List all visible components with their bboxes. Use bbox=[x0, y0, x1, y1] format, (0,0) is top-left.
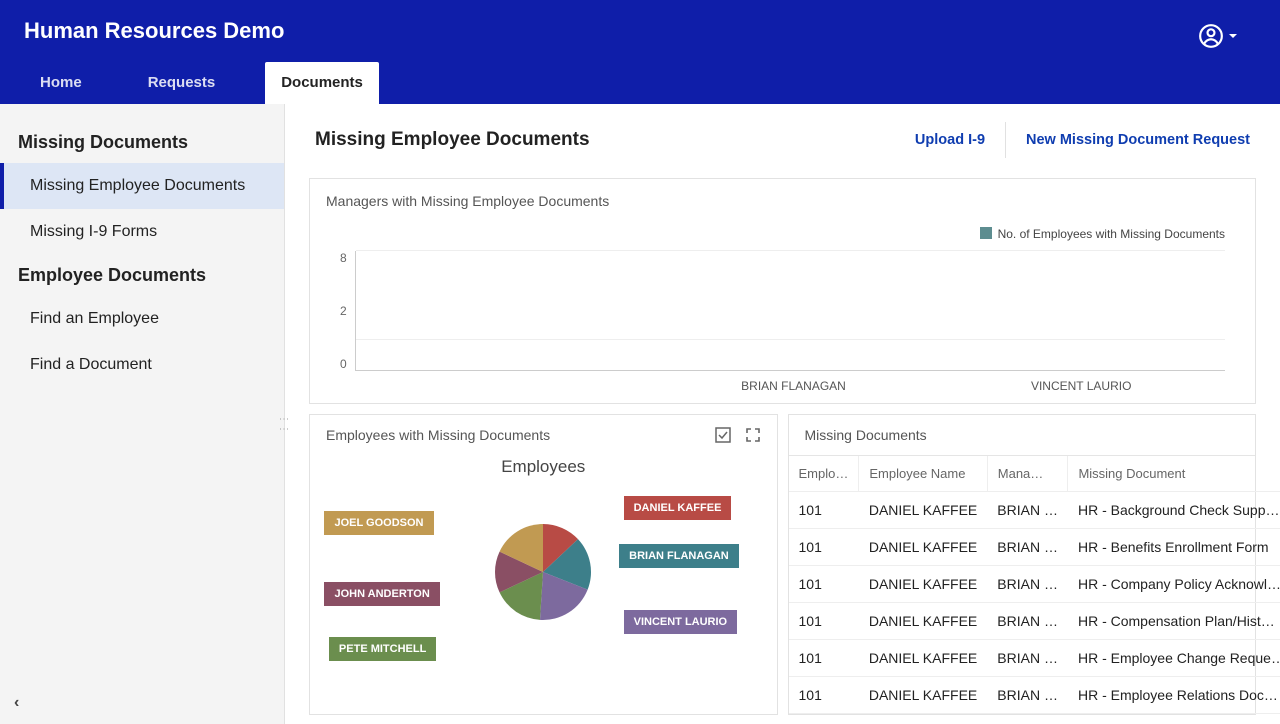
user-icon bbox=[1198, 23, 1224, 49]
employees-pie-card: Employees with Missing Documents Employe… bbox=[309, 414, 778, 715]
sidebar-item-missing-employee-documents[interactable]: Missing Employee Documents bbox=[0, 163, 284, 209]
table-row[interactable]: 101DANIEL KAFFEEBRIAN …HR - Benefits Enr… bbox=[789, 529, 1280, 566]
table-title: Missing Documents bbox=[789, 415, 1256, 456]
main-tabs: Home Requests Documents bbox=[24, 62, 1256, 104]
content-title: Missing Employee Documents bbox=[315, 129, 590, 151]
table-row[interactable]: 101DANIEL KAFFEEBRIAN …HR - Background C… bbox=[789, 492, 1280, 529]
col-missing-document[interactable]: Missing Document bbox=[1068, 456, 1280, 492]
sidebar-resize-handle[interactable]: ⋮⋮ bbox=[278, 414, 289, 434]
sidebar-item-find-document[interactable]: Find a Document bbox=[0, 342, 284, 388]
sidebar-item-missing-i9-forms[interactable]: Missing I-9 Forms bbox=[0, 209, 284, 255]
bar-plot bbox=[355, 251, 1225, 371]
sidebar: Missing Documents Missing Employee Docum… bbox=[0, 104, 285, 724]
col-manager[interactable]: Mana… bbox=[987, 456, 1068, 492]
managers-chart-card: Managers with Missing Employee Documents… bbox=[309, 178, 1256, 404]
new-missing-document-request-button[interactable]: New Missing Document Request bbox=[1026, 132, 1250, 148]
pie-slice-label: PETE MITCHELL bbox=[329, 637, 436, 661]
tab-documents[interactable]: Documents bbox=[265, 62, 379, 104]
col-employee-id[interactable]: Emplo… bbox=[789, 456, 859, 492]
pie-chart: DANIEL KAFFEE BRIAN FLANAGAN VINCENT LAURI… bbox=[320, 477, 767, 667]
upload-i9-button[interactable]: Upload I-9 bbox=[915, 132, 985, 148]
sidebar-heading-employee: Employee Documents bbox=[0, 255, 284, 296]
pie-chart-title: Employees bbox=[320, 457, 767, 477]
expand-icon[interactable] bbox=[745, 427, 761, 443]
missing-documents-table-card: Missing Documents Emplo… Employee Name M… bbox=[788, 414, 1257, 715]
header: Human Resources Demo Home Requests Docum… bbox=[0, 0, 1280, 104]
pie-slice-label: JOHN ANDERTON bbox=[324, 582, 439, 606]
table-row[interactable]: 101DANIEL KAFFEEBRIAN …HR - Employee Cha… bbox=[789, 640, 1280, 677]
divider bbox=[1005, 122, 1006, 158]
pie-slice-label: BRIAN FLANAGAN bbox=[619, 544, 739, 568]
table-row[interactable]: 101DANIEL KAFFEEBRIAN …HR - Compensation… bbox=[789, 603, 1280, 640]
content: Missing Employee Documents Upload I-9 Ne… bbox=[285, 104, 1280, 724]
pie-slice-label: VINCENT LAURIO bbox=[624, 610, 738, 634]
user-menu[interactable] bbox=[1198, 23, 1256, 49]
col-employee-name[interactable]: Employee Name bbox=[859, 456, 987, 492]
tab-requests[interactable]: Requests bbox=[132, 62, 232, 104]
caret-down-icon bbox=[1228, 31, 1238, 41]
y-axis: 8 2 0 bbox=[340, 251, 355, 371]
app-title: Human Resources Demo bbox=[24, 18, 284, 54]
legend-label: No. of Employees with Missing Documents bbox=[998, 227, 1225, 241]
sidebar-heading-missing: Missing Documents bbox=[0, 122, 284, 163]
sidebar-item-find-employee[interactable]: Find an Employee bbox=[0, 296, 284, 342]
pie-card-title: Employees with Missing Documents bbox=[326, 427, 550, 443]
managers-chart-title: Managers with Missing Employee Documents bbox=[310, 179, 1255, 223]
missing-documents-table: Emplo… Employee Name Mana… Missing Docum… bbox=[789, 456, 1280, 714]
legend-swatch bbox=[980, 227, 992, 239]
tab-home[interactable]: Home bbox=[24, 62, 98, 104]
collapse-sidebar-icon[interactable]: ‹ bbox=[14, 694, 19, 712]
checkbox-icon[interactable] bbox=[715, 427, 731, 443]
table-row[interactable]: 101DANIEL KAFFEEBRIAN …HR - Employee Rel… bbox=[789, 677, 1280, 714]
pie-slice-label: JOEL GOODSON bbox=[324, 511, 433, 535]
table-row[interactable]: 101DANIEL KAFFEEBRIAN …HR - Company Poli… bbox=[789, 566, 1280, 603]
x-axis: BRIAN FLANAGAN VINCENT LAURIO bbox=[362, 371, 1225, 393]
pie-slice-label: DANIEL KAFFEE bbox=[624, 496, 732, 520]
